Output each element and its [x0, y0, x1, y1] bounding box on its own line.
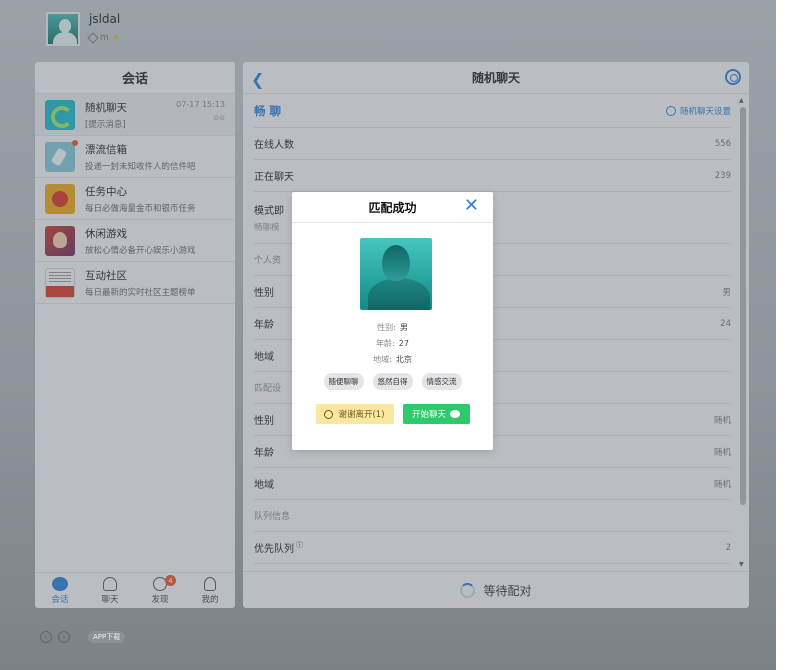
close-icon[interactable]: ✕: [464, 197, 479, 215]
match-avatar: [360, 238, 432, 310]
bottom-bar: ‹ › APP下载: [40, 631, 126, 643]
start-chat-button-label: 开始聊天: [411, 410, 446, 420]
interest-tag: 随便聊聊: [323, 373, 364, 390]
forward-circle-icon[interactable]: ›: [58, 631, 70, 643]
dialog-actions: 谢谢离开(1) 开始聊天: [292, 404, 493, 424]
match-success-dialog: 匹配成功 ✕ 性别: 男 年龄: 27 地域: 北京 随便聊聊 悠然自得 情感交流 谢…: [292, 192, 493, 450]
app-download-button[interactable]: APP下载: [88, 631, 126, 643]
leave-button[interactable]: 谢谢离开(1): [315, 404, 394, 424]
back-circle-icon[interactable]: ‹: [40, 631, 52, 643]
dialog-title: 匹配成功: [368, 200, 417, 215]
dialog-header: 匹配成功 ✕: [292, 192, 493, 223]
interest-tag: 悠然自得: [372, 373, 413, 390]
match-region: 地域: 北京: [373, 355, 412, 364]
interest-tag: 情感交流: [421, 373, 462, 390]
match-info: 性别: 男 年龄: 27 地域: 北京: [292, 320, 493, 368]
right-margin: [776, 0, 800, 670]
match-age: 年龄: 27: [376, 339, 409, 348]
start-chat-button[interactable]: 开始聊天: [402, 404, 470, 424]
interest-tags: 随便聊聊 悠然自得 情感交流: [292, 373, 493, 390]
match-gender: 性别: 男: [377, 323, 408, 332]
chat-bubble-icon: [450, 410, 460, 418]
leave-icon: [324, 409, 334, 419]
leave-button-label: 谢谢离开(1): [338, 410, 385, 420]
